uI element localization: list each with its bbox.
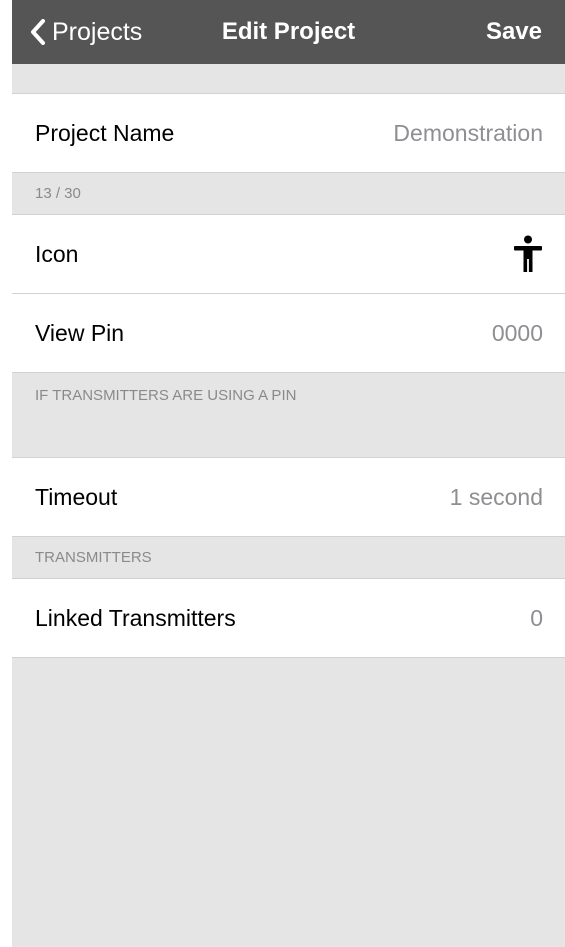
timeout-row[interactable]: Timeout 1 second bbox=[12, 457, 565, 537]
view-pin-footer-text: IF TRANSMITTERS ARE USING A PIN bbox=[35, 387, 297, 404]
navigation-bar: Projects Edit Project Save bbox=[12, 0, 565, 64]
chevron-left-icon bbox=[31, 19, 45, 45]
timeout-label: Timeout bbox=[35, 483, 118, 510]
linked-transmitters-label: Linked Transmitters bbox=[35, 604, 236, 631]
icon-row-label: Icon bbox=[35, 240, 79, 267]
transmitters-header-text: TRANSMITTERS bbox=[35, 549, 152, 566]
section-spacer bbox=[12, 64, 565, 93]
view-pin-row[interactable]: View Pin 0000 bbox=[12, 293, 565, 373]
linked-transmitters-count: 0 bbox=[530, 604, 543, 631]
project-name-label: Project Name bbox=[35, 119, 175, 146]
save-button[interactable]: Save bbox=[486, 0, 542, 64]
timeout-value: 1 second bbox=[449, 483, 543, 510]
empty-area bbox=[12, 658, 565, 947]
accessibility-person-icon bbox=[514, 235, 542, 272]
back-button[interactable]: Projects bbox=[30, 0, 142, 64]
character-counter-text: 13 / 30 bbox=[35, 185, 81, 202]
project-name-field[interactable]: Demonstration bbox=[393, 120, 543, 147]
section-header: TRANSMITTERS bbox=[12, 537, 565, 578]
back-button-label: Projects bbox=[52, 17, 143, 46]
view-pin-field[interactable]: 0000 bbox=[492, 320, 543, 347]
character-counter: 13 / 30 bbox=[12, 173, 565, 214]
linked-transmitters-row[interactable]: Linked Transmitters 0 bbox=[12, 578, 565, 658]
project-name-row[interactable]: Project Name Demonstration bbox=[12, 93, 565, 173]
view-pin-label: View Pin bbox=[35, 319, 125, 346]
section-footer: IF TRANSMITTERS ARE USING A PIN bbox=[12, 373, 565, 457]
icon-row[interactable]: Icon bbox=[12, 214, 565, 294]
edit-project-screen: Projects Edit Project Save Project Name … bbox=[12, 0, 565, 947]
